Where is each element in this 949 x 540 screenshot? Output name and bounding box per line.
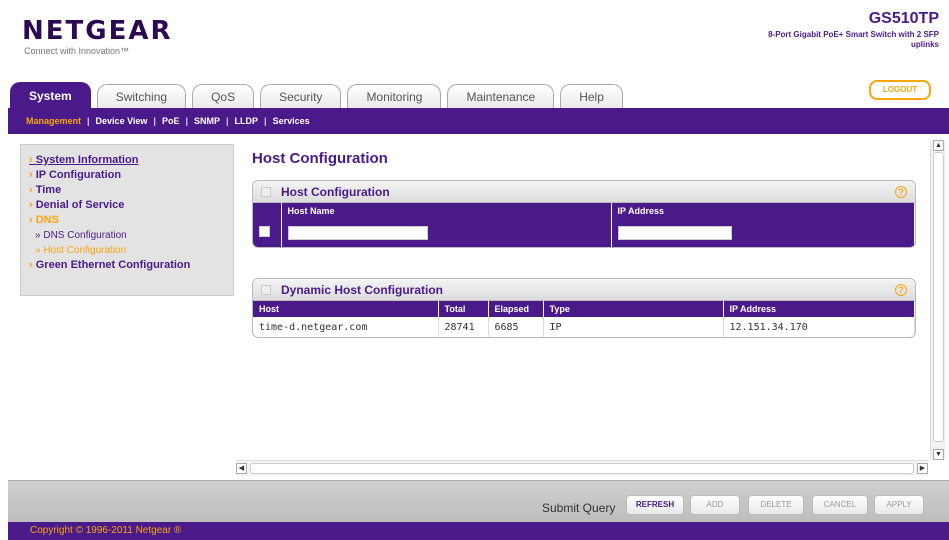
host-config-panel: Host Configuration ? Host Name IP Addres… <box>252 180 916 248</box>
dynamic-host-table: Host Total Elapsed Type IP Address time-… <box>253 301 915 337</box>
nav-dns[interactable]: DNS <box>29 213 225 228</box>
nav-system-information[interactable]: System Information <box>29 153 225 168</box>
nav-dns-configuration[interactable]: DNS Configuration <box>29 228 225 243</box>
cell-total: 28741 <box>438 317 489 337</box>
tab-switching[interactable]: Switching <box>96 84 187 108</box>
help-icon[interactable]: ? <box>895 284 907 296</box>
cancel-button[interactable]: CANCEL <box>812 495 868 515</box>
panel-title: Dynamic Host Configuration <box>281 282 444 297</box>
ip-address-cell <box>611 219 915 247</box>
subnav-services[interactable]: Services <box>269 116 314 126</box>
page-title: Host Configuration <box>252 150 388 167</box>
scroll-up-icon[interactable]: ▲ <box>933 140 944 151</box>
left-navigation: System Information IP Configuration Time… <box>20 144 234 296</box>
panel-header: Host Configuration ? <box>253 181 915 203</box>
logout-button[interactable]: LOGOUT <box>869 80 931 100</box>
tab-monitoring[interactable]: Monitoring <box>347 84 442 108</box>
panel-header: Dynamic Host Configuration ? <box>253 279 915 301</box>
nav-ip-configuration[interactable]: IP Configuration <box>29 168 225 183</box>
subnav-lldp[interactable]: LLDP <box>231 116 263 126</box>
subnav-snmp[interactable]: SNMP <box>190 116 224 126</box>
table-header-host: Host <box>253 301 439 317</box>
model-name: GS510TP <box>868 10 939 27</box>
scroll-down-icon[interactable]: ▼ <box>933 449 944 460</box>
app-window: NETGEAR Connect with Innovation™ GS510TP… <box>0 0 949 540</box>
host-name-cell <box>281 219 612 247</box>
main-tabs: System Switching QoS Security Monitoring… <box>10 82 629 108</box>
table-header-select <box>253 203 282 219</box>
help-icon[interactable]: ? <box>895 186 907 198</box>
scroll-thumb[interactable] <box>933 152 944 442</box>
netgear-logo: NETGEAR <box>22 16 173 46</box>
ip-address-input[interactable] <box>617 226 732 240</box>
scroll-right-icon[interactable]: ▶ <box>917 463 928 474</box>
table-header-host-name: Host Name <box>281 203 612 219</box>
tab-security[interactable]: Security <box>260 84 342 108</box>
dynamic-host-panel: Dynamic Host Configuration ? Host Total … <box>252 278 916 338</box>
subnav-device-view[interactable]: Device View <box>92 116 152 126</box>
host-name-input[interactable] <box>287 226 428 240</box>
tab-maintenance[interactable]: Maintenance <box>447 84 555 108</box>
add-button[interactable]: ADD <box>690 495 740 515</box>
cell-host: time-d.netgear.com <box>253 317 439 337</box>
delete-button[interactable]: DELETE <box>748 495 804 515</box>
button-bar: Submit Query REFRESH ADD DELETE CANCEL A… <box>8 480 949 522</box>
subnav-poe[interactable]: PoE <box>158 116 184 126</box>
table-row: time-d.netgear.com 28741 6685 IP 12.151.… <box>253 317 915 337</box>
table-row <box>253 219 915 247</box>
table-header-total: Total <box>438 301 489 317</box>
cell-ip-address: 12.151.34.170 <box>723 317 915 337</box>
cell-elapsed: 6685 <box>488 317 544 337</box>
collapse-icon[interactable] <box>261 186 271 197</box>
host-config-table: Host Name IP Address <box>253 203 915 247</box>
nav-time[interactable]: Time <box>29 183 225 198</box>
collapse-icon[interactable] <box>261 284 271 295</box>
nav-denial-of-service[interactable]: Denial of Service <box>29 198 225 213</box>
apply-button[interactable]: APPLY <box>874 495 924 515</box>
logo-tagline: Connect with Innovation™ <box>24 46 130 56</box>
row-select-cell <box>253 219 282 247</box>
submit-query-label[interactable]: Submit Query <box>542 501 615 515</box>
tab-qos[interactable]: QoS <box>192 84 255 108</box>
subnav-management[interactable]: Management <box>22 116 85 126</box>
nav-host-configuration[interactable]: Host Configuration <box>29 243 225 258</box>
sub-navigation: Management | Device View | PoE | SNMP | … <box>8 108 949 134</box>
vertical-scrollbar[interactable]: ▲ ▼ <box>930 140 946 460</box>
panel-title: Host Configuration <box>281 184 390 199</box>
scroll-thumb[interactable] <box>250 463 914 474</box>
row-checkbox[interactable] <box>259 226 270 237</box>
horizontal-scrollbar[interactable]: ◀ ▶ <box>236 460 928 476</box>
table-header-ip-address: IP Address <box>723 301 915 317</box>
scroll-left-icon[interactable]: ◀ <box>236 463 247 474</box>
footer-copyright: Copyright © 1996-2011 Netgear ® <box>8 522 949 540</box>
table-header-ip-address: IP Address <box>611 203 915 219</box>
nav-green-ethernet[interactable]: Green Ethernet Configuration <box>29 258 225 273</box>
table-header-elapsed: Elapsed <box>488 301 544 317</box>
table-header-type: Type <box>543 301 724 317</box>
refresh-button[interactable]: REFRESH <box>626 495 684 515</box>
model-description: 8-Port Gigabit PoE+ Smart Switch with 2 … <box>768 30 939 49</box>
tab-help[interactable]: Help <box>560 84 623 108</box>
tab-system[interactable]: System <box>10 82 91 108</box>
cell-type: IP <box>543 317 724 337</box>
